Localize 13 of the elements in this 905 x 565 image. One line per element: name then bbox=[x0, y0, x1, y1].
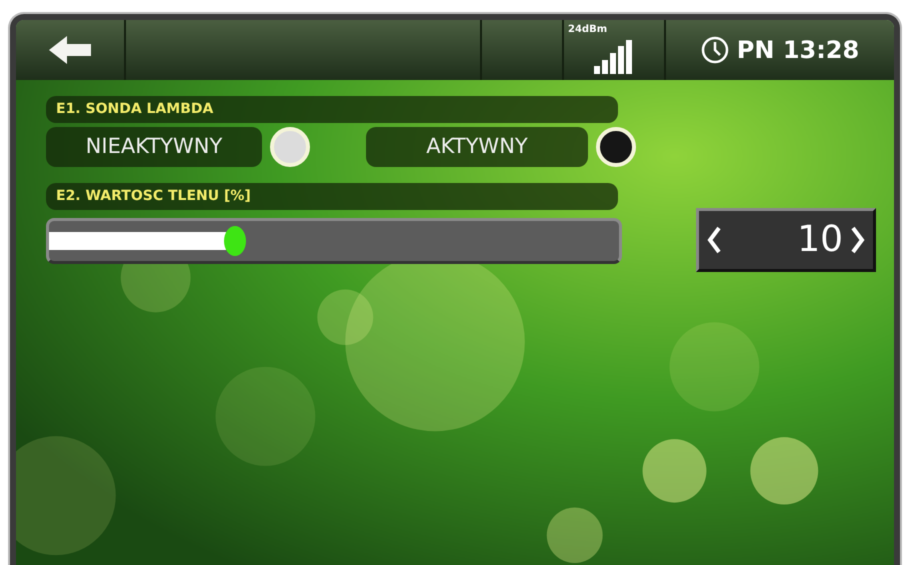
option-button[interactable]: AKTYWNY bbox=[366, 127, 588, 167]
clock-icon bbox=[700, 36, 729, 64]
option-button[interactable]: NIEAKTYWNY bbox=[46, 127, 262, 167]
day-time: PN 13:28 bbox=[736, 35, 860, 66]
signal-icon bbox=[594, 40, 634, 74]
signal-label: 24dBm bbox=[568, 23, 608, 37]
stepper-value: 10 bbox=[797, 218, 843, 262]
section-header: E2. WARTOSC TLENU [%] bbox=[46, 183, 618, 210]
section-header: E1. SONDA LAMBDA bbox=[46, 96, 618, 123]
slider-track[interactable] bbox=[46, 218, 622, 264]
slider-thumb[interactable] bbox=[224, 226, 246, 256]
decrease-button[interactable] bbox=[707, 226, 721, 254]
increase-button[interactable] bbox=[851, 226, 865, 254]
